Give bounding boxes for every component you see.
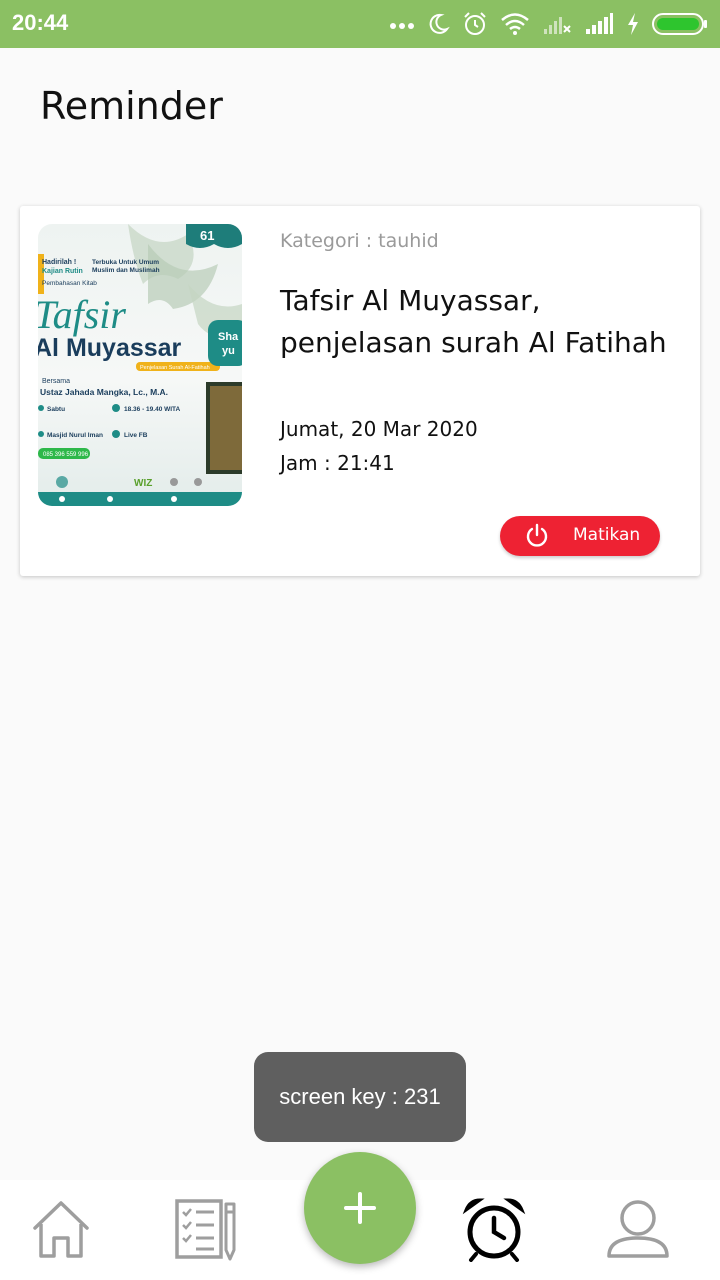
turn-off-label: Matikan bbox=[573, 525, 641, 545]
reminder-card[interactable]: 61 Hadirilah ! Kajian Rutin Terbuka Untu… bbox=[20, 206, 700, 576]
poster-image: 61 Hadirilah ! Kajian Rutin Terbuka Untu… bbox=[38, 224, 242, 506]
svg-text:Pembahasan Kitab: Pembahasan Kitab bbox=[42, 280, 97, 287]
alarm-icon bbox=[462, 1198, 526, 1262]
dots-icon bbox=[390, 23, 414, 29]
svg-text:Kajian Rutin: Kajian Rutin bbox=[42, 268, 83, 275]
add-button[interactable] bbox=[304, 1152, 416, 1264]
svg-text:WIZ: WIZ bbox=[134, 478, 152, 489]
svg-text:Ustaz Jahada Mangka, Lc., M.A.: Ustaz Jahada Mangka, Lc., M.A. bbox=[40, 387, 168, 397]
wifi-icon bbox=[501, 13, 529, 35]
svg-text:Penjelasan Surah Al-Fatihah: Penjelasan Surah Al-Fatihah bbox=[140, 365, 210, 371]
svg-text:Terbuka Untuk Umum: Terbuka Untuk Umum bbox=[92, 259, 159, 266]
battery-icon bbox=[652, 13, 707, 35]
svg-text:Al Muyassar: Al Muyassar bbox=[38, 334, 182, 362]
add-icon bbox=[344, 1192, 376, 1224]
checklist-icon bbox=[175, 1199, 236, 1261]
svg-text:085 396 559 996: 085 396 559 996 bbox=[43, 452, 89, 458]
status-bar: 20:44 bbox=[0, 0, 720, 48]
svg-text:Hadirilah !: Hadirilah ! bbox=[42, 259, 76, 266]
svg-text:Sabtu: Sabtu bbox=[47, 406, 65, 413]
alarm-icon bbox=[464, 12, 486, 35]
poster-badge: 61 bbox=[200, 228, 214, 243]
signal-icon bbox=[586, 13, 613, 34]
page-title: Reminder bbox=[40, 84, 223, 128]
power-icon bbox=[526, 523, 548, 547]
card-time: Jam : 21:41 bbox=[280, 451, 395, 475]
status-icons bbox=[390, 10, 708, 38]
svg-text:Sha: Sha bbox=[218, 331, 239, 343]
svg-text:18.36 - 19.40 WITA: 18.36 - 19.40 WITA bbox=[124, 406, 181, 413]
toast-message: screen key : 231 bbox=[254, 1052, 466, 1142]
card-category: Kategori : tauhid bbox=[280, 230, 439, 252]
turn-off-button[interactable]: Matikan bbox=[500, 516, 660, 556]
card-date: Jumat, 20 Mar 2020 bbox=[280, 417, 478, 441]
status-time: 20:44 bbox=[12, 10, 69, 35]
card-title: Tafsir Al Muyassar, penjelasan surah Al … bbox=[280, 284, 667, 359]
svg-text:Masjid Nurul Iman: Masjid Nurul Iman bbox=[47, 432, 103, 439]
nav-alarm[interactable] bbox=[462, 1196, 526, 1266]
svg-text:Bersama: Bersama bbox=[42, 378, 70, 385]
svg-text:yu: yu bbox=[222, 345, 235, 357]
svg-text:Tafsir: Tafsir bbox=[38, 292, 126, 337]
nav-profile[interactable] bbox=[606, 1198, 670, 1264]
home-icon bbox=[33, 1201, 89, 1258]
charging-icon bbox=[628, 13, 638, 35]
moon-icon bbox=[429, 13, 450, 34]
nav-home[interactable] bbox=[30, 1198, 92, 1264]
nav-checklist[interactable] bbox=[174, 1198, 240, 1266]
profile-icon bbox=[607, 1200, 669, 1258]
svg-text:Live FB: Live FB bbox=[124, 432, 148, 439]
signal-off-icon bbox=[544, 17, 571, 34]
svg-text:Muslim dan Muslimah: Muslim dan Muslimah bbox=[92, 267, 160, 274]
